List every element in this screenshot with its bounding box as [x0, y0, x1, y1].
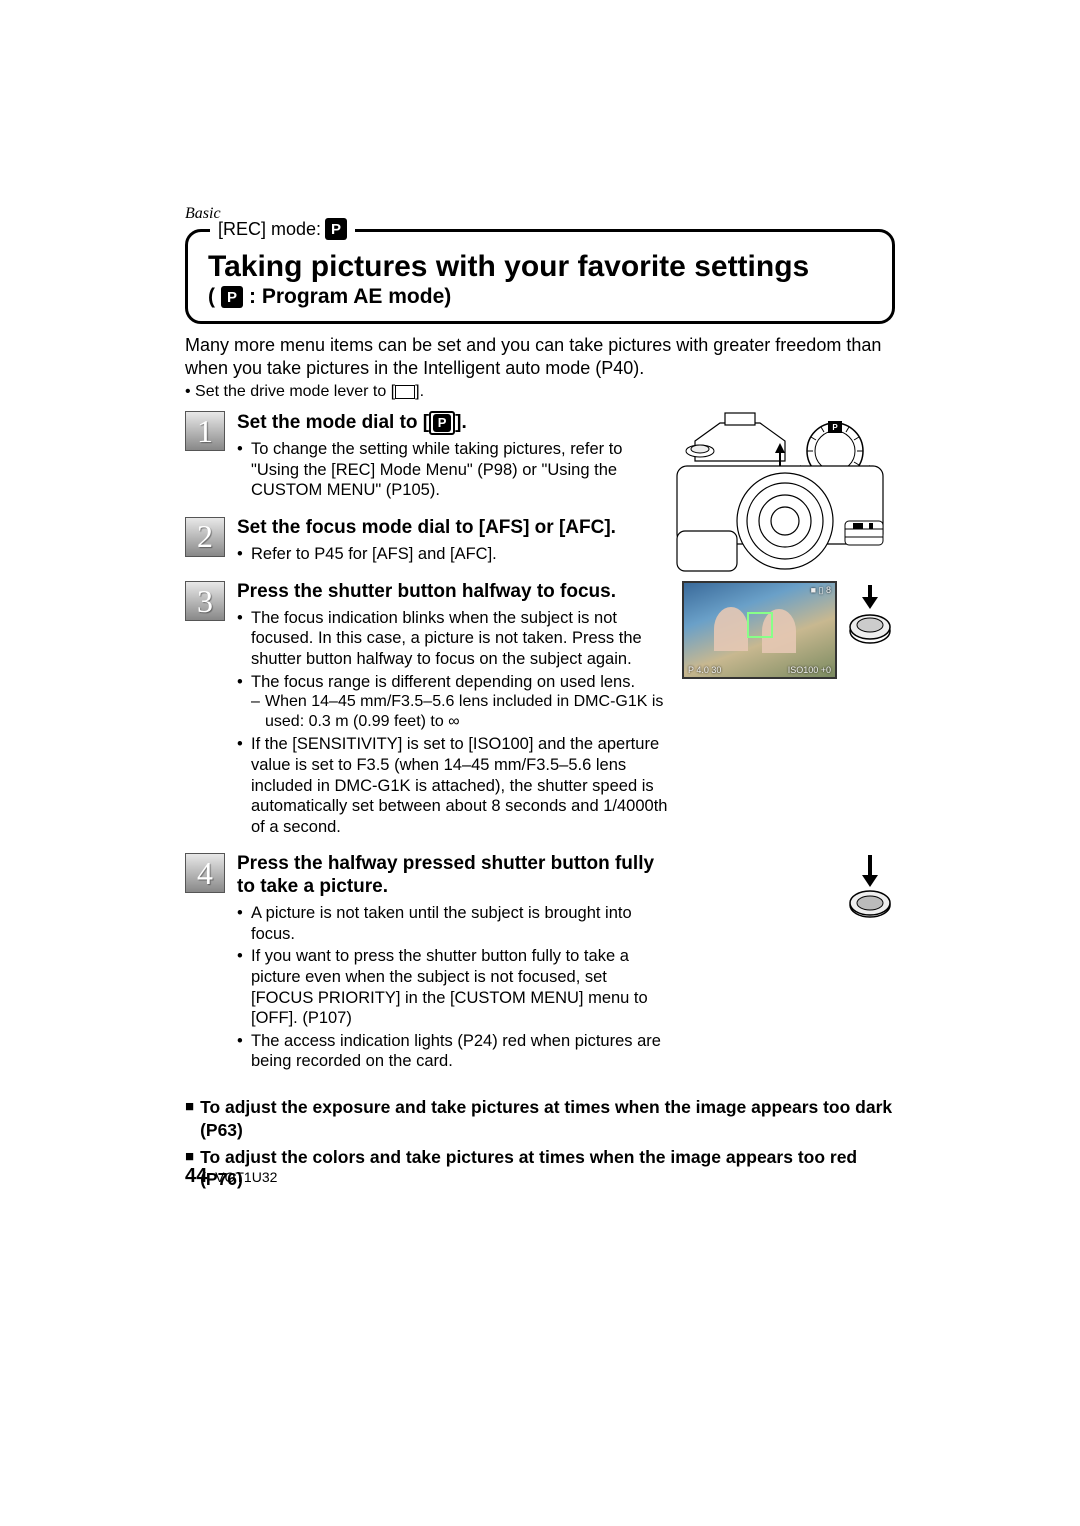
- step-3: 3 Press the shutter button halfway to fo…: [185, 581, 670, 839]
- title-box: [REC] mode: P Taking pictures with your …: [185, 229, 895, 324]
- rec-mode-tab: [REC] mode: P: [210, 218, 355, 240]
- page-number: 44: [185, 1165, 207, 1187]
- half-press-icon: [845, 581, 895, 651]
- step-3-bullet: If the [SENSITIVITY] is set to [ISO100] …: [251, 734, 670, 837]
- step-2-bullet: Refer to P45 for [AFS] and [AFC].: [251, 544, 653, 565]
- step-1-title: Set the mode dial to [P].: [237, 411, 653, 435]
- tail-note: To adjust the exposure and take pictures…: [200, 1096, 895, 1142]
- intro-text: Many more menu items can be set and you …: [185, 334, 895, 379]
- step-1-title-b: ].: [455, 412, 467, 433]
- intro-bullet: • Set the drive mode lever to [].: [185, 383, 895, 401]
- subtitle-suffix: : Program AE mode): [249, 285, 451, 309]
- svg-text:P: P: [832, 423, 838, 432]
- tail-note: To adjust the colors and take pictures a…: [200, 1146, 895, 1192]
- step-3-title: Press the shutter button halfway to focu…: [237, 581, 670, 604]
- step-number: 3: [185, 581, 225, 621]
- step-1-bullet: To change the setting while taking pictu…: [251, 439, 653, 501]
- step-number: 1: [185, 411, 225, 451]
- step-4-illustration: [685, 853, 895, 923]
- square-bullet-icon: ■: [185, 1096, 194, 1142]
- step-4-bullet: The access indication lights (P24) red w…: [251, 1031, 673, 1072]
- step-4-bullet: A picture is not taken until the subject…: [251, 903, 673, 944]
- step-3-sub-bullet: When 14–45 mm/F3.5–5.6 lens included in …: [265, 692, 670, 732]
- step-4: 4 Press the halfway pressed shutter butt…: [185, 853, 673, 1074]
- step-3-bullet-text: The focus range is different depending o…: [251, 673, 635, 691]
- step-number: 2: [185, 517, 225, 557]
- steps-1-2-row: 1 Set the mode dial to [P]. To change th…: [185, 411, 895, 581]
- page-footer: 44 VQT1U32: [185, 1165, 277, 1188]
- step-1-title-a: Set the mode dial to [: [237, 412, 429, 433]
- step-3-illustration: ■ ▯ 8 P 4.0 30 ISO100 +0: [682, 581, 895, 679]
- single-drive-icon: [395, 385, 415, 399]
- p-mode-icon: P: [433, 414, 451, 432]
- step-3-bullet: The focus range is different depending o…: [251, 672, 670, 733]
- lcd-osd-bot-right: ISO100 +0: [788, 665, 831, 675]
- page-title: Taking pictures with your favorite setti…: [208, 250, 872, 283]
- lcd-osd-bot-left: P 4.0 30: [688, 665, 721, 675]
- step-2: 2 Set the focus mode dial to [AFS] or [A…: [185, 517, 653, 566]
- p-mode-icon-boxed: P: [429, 411, 455, 435]
- page-subtitle: ( P : Program AE mode): [208, 285, 872, 309]
- af-frame-icon: [747, 612, 773, 638]
- subtitle-prefix: (: [208, 285, 215, 309]
- full-press-icon: [845, 853, 895, 923]
- page-content: Basic [REC] mode: P Taking pictures with…: [185, 205, 895, 1195]
- step-4-title: Press the halfway pressed shutter button…: [237, 853, 673, 899]
- doc-code: VQT1U32: [215, 1169, 277, 1185]
- lcd-osd-top: ■ ▯ 8: [811, 585, 831, 596]
- intro-bullet-suffix: ].: [415, 383, 424, 400]
- step-3-row: 3 Press the shutter button halfway to fo…: [185, 581, 895, 853]
- step-2-title: Set the focus mode dial to [AFS] or [AFC…: [237, 517, 653, 540]
- step-1: 1 Set the mode dial to [P]. To change th…: [185, 411, 653, 503]
- step-4-row: 4 Press the halfway pressed shutter butt…: [185, 853, 895, 1088]
- rec-mode-label: [REC] mode:: [218, 219, 321, 240]
- step-3-bullet: The focus indication blinks when the sub…: [251, 608, 670, 670]
- p-mode-icon: P: [221, 286, 243, 308]
- intro-bullet-text: Set the drive mode lever to [: [195, 383, 395, 400]
- camera-top-illustration: P: [665, 411, 895, 581]
- p-mode-icon: P: [325, 218, 347, 240]
- tail-notes: ■To adjust the exposure and take picture…: [185, 1096, 895, 1191]
- step-number: 4: [185, 853, 225, 893]
- lcd-preview: ■ ▯ 8 P 4.0 30 ISO100 +0: [682, 581, 837, 679]
- step-4-bullet: If you want to press the shutter button …: [251, 946, 673, 1029]
